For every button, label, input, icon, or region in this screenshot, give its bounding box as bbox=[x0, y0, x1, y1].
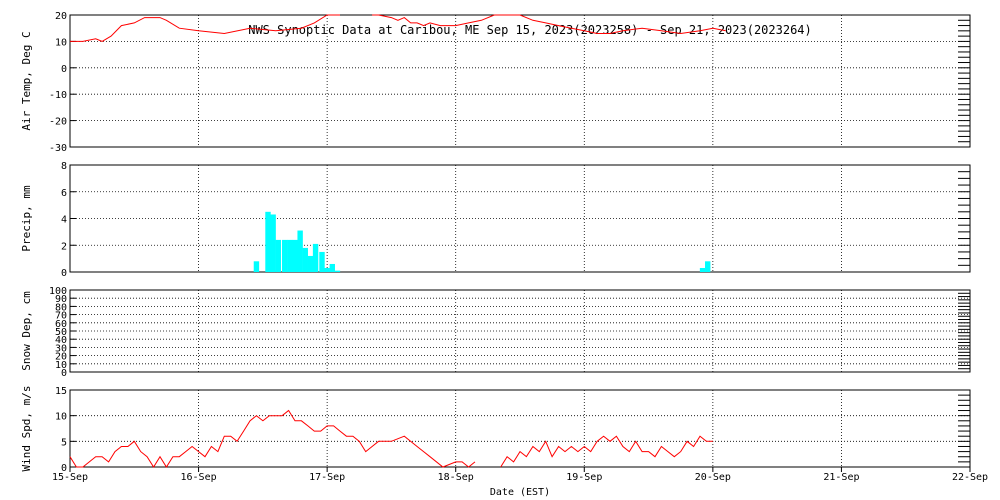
x-axis-label: Date (EST) bbox=[490, 487, 550, 498]
y-axis-label: Precip, mm bbox=[20, 185, 33, 252]
y-tick-label: 0 bbox=[61, 268, 67, 279]
y-tick-label: 6 bbox=[61, 188, 67, 199]
x-tick-label: 18-Sep bbox=[438, 472, 474, 483]
x-tick-label: 17-Sep bbox=[309, 472, 345, 483]
y-tick-label: 20 bbox=[55, 11, 67, 22]
y-tick-label: 15 bbox=[55, 386, 67, 397]
y-tick-label: 5 bbox=[61, 437, 67, 448]
precip-bar bbox=[329, 263, 335, 272]
precip-bar bbox=[324, 267, 330, 272]
precip-bar bbox=[265, 211, 271, 272]
y-tick-label: -20 bbox=[49, 117, 67, 128]
precip-bar bbox=[287, 239, 293, 272]
y-axis-label: Air Temp, Deg C bbox=[20, 31, 33, 130]
precip-bar bbox=[275, 239, 281, 272]
chart: NWS Synoptic Data at Caribou, ME Sep 15,… bbox=[20, 11, 988, 498]
precip-bar bbox=[302, 247, 308, 272]
y-tick-label: -10 bbox=[49, 90, 67, 101]
series-line bbox=[70, 14, 340, 42]
x-tick-label: 20-Sep bbox=[695, 472, 731, 483]
chart-title: NWS Synoptic Data at Caribou, ME Sep 15,… bbox=[248, 23, 812, 37]
x-tick-label: 19-Sep bbox=[566, 472, 602, 483]
series-line bbox=[500, 435, 713, 468]
precip-bar bbox=[319, 251, 325, 272]
y-tick-label: -30 bbox=[49, 143, 67, 154]
chart-panels: 20100-10-20-30Air Temp, Deg C86420Precip… bbox=[20, 11, 988, 483]
precip-bar bbox=[705, 261, 711, 272]
precip-bar bbox=[297, 230, 303, 272]
y-axis-label: Wind Spd, m/s bbox=[20, 385, 33, 471]
y-tick-label: 2 bbox=[61, 241, 67, 252]
precip-bar bbox=[699, 267, 706, 272]
y-tick-label: 0 bbox=[61, 368, 67, 379]
x-tick-label: 22-Sep bbox=[952, 472, 988, 483]
precip-bar bbox=[292, 239, 298, 272]
precip-bar bbox=[253, 261, 260, 272]
y-tick-label: 0 bbox=[61, 64, 67, 75]
y-tick-label: 10 bbox=[55, 412, 67, 423]
precip-bar bbox=[307, 255, 314, 272]
precip-bar bbox=[312, 243, 319, 272]
series-line bbox=[69, 409, 476, 468]
y-axis-label: Snow Dep, cm bbox=[20, 291, 33, 371]
y-tick-label: 4 bbox=[61, 215, 67, 226]
x-tick-label: 21-Sep bbox=[823, 472, 859, 483]
x-tick-label: 15-Sep bbox=[52, 472, 88, 483]
precip-bar bbox=[334, 270, 341, 272]
precip-bar bbox=[282, 239, 288, 272]
panel-frame bbox=[69, 389, 971, 468]
y-tick-label: 10 bbox=[55, 37, 67, 48]
precip-bar bbox=[270, 214, 276, 272]
x-tick-label: 16-Sep bbox=[181, 472, 217, 483]
y-tick-label: 8 bbox=[61, 161, 67, 172]
